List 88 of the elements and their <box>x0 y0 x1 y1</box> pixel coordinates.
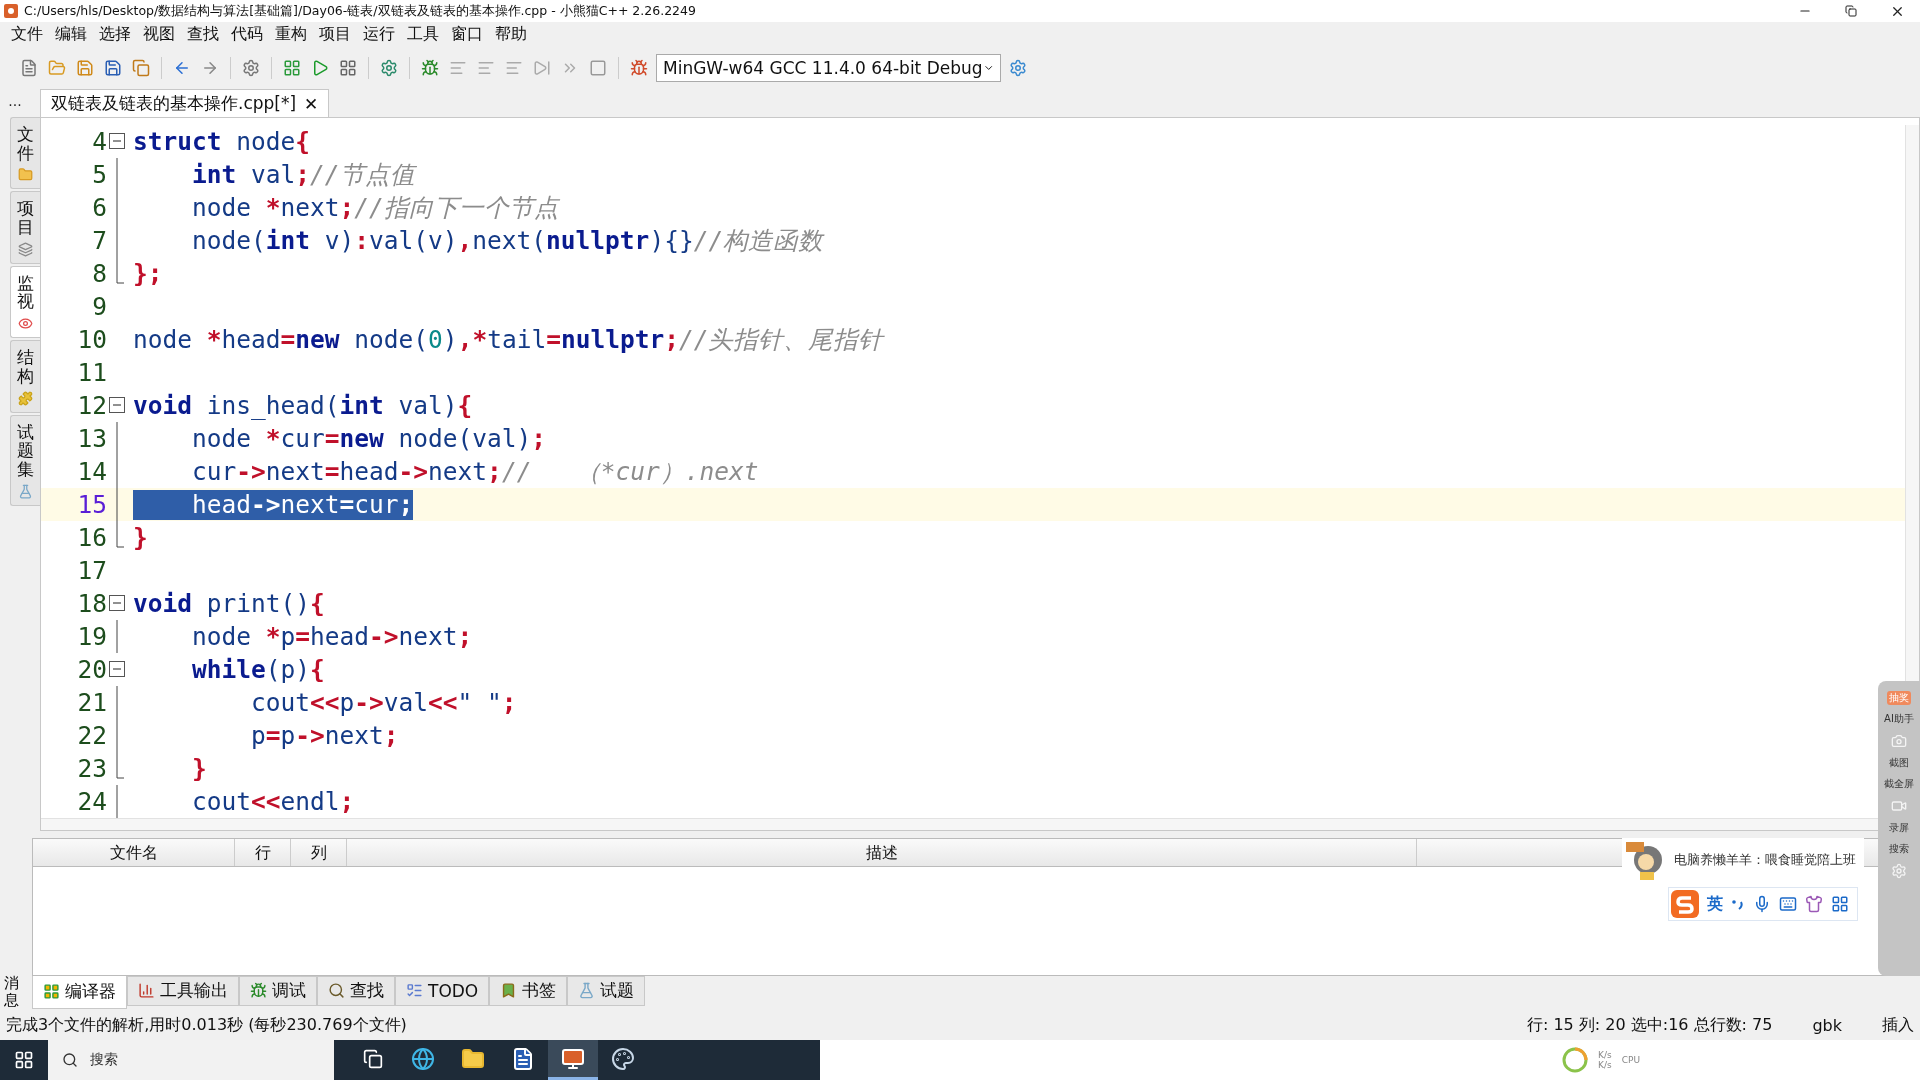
code-line: node *cur=new node(val); <box>191 423 547 454</box>
column-header[interactable]: 描述 <box>347 838 1417 866</box>
side-tab[interactable]: 试题集 <box>10 414 40 506</box>
menu-item[interactable]: 编辑 <box>50 24 92 46</box>
code-line: }; <box>133 258 163 289</box>
line-number: 15 <box>76 490 107 520</box>
line-number: 10 <box>76 325 107 355</box>
screenshot-label[interactable]: 截图 <box>1889 756 1909 770</box>
file-tab[interactable]: 双链表及链表的基本操作.cpp[*] ✕ <box>40 89 330 118</box>
code-line: while(p){ <box>191 654 325 685</box>
mascot-text: 电脑养懒羊羊：喂食睡觉陪上班 <box>1674 851 1856 869</box>
line-number: 24 <box>76 787 107 817</box>
side-tab[interactable]: 监视 <box>10 265 40 339</box>
ai-assistant-label[interactable]: AI助手 <box>1884 712 1914 726</box>
record-label[interactable]: 录屏 <box>1889 821 1909 835</box>
more-menu[interactable]: ... <box>8 93 22 110</box>
menu-item[interactable]: 视图 <box>138 24 180 46</box>
window-title: C:/Users/hls/Desktop/数据结构与算法[基础篇]/Day06-链表/双链表及链表的基本操作.cpp - 小熊猫C++ 2.26.2249 <box>24 2 697 20</box>
code-line: cout<<p->val<<" "; <box>250 687 517 718</box>
menu-item[interactable]: 项目 <box>314 24 356 46</box>
search-label[interactable]: 搜索 <box>1889 842 1909 856</box>
code-line: void print(){ <box>133 588 325 619</box>
code-line: cout<<endl; <box>191 786 355 817</box>
line-number: 5 <box>91 160 107 190</box>
code-line: int val;//节点值 <box>191 159 415 190</box>
panel-tab[interactable]: 查找 <box>317 975 395 1006</box>
line-number: 12 <box>76 391 107 421</box>
menu-item[interactable]: 运行 <box>358 24 400 46</box>
upload-speed: K/s <box>1598 1050 1612 1060</box>
code-line: void ins_head(int val){ <box>133 390 473 421</box>
messages-side-label[interactable]: 消息 <box>4 975 19 1008</box>
menu-item[interactable]: 选择 <box>94 24 136 46</box>
ime-mode[interactable]: 英 <box>1707 893 1723 915</box>
panel-tab[interactable]: 调试 <box>239 975 317 1006</box>
panel-tab[interactable]: 编译器 <box>32 975 127 1009</box>
panel-tab[interactable]: 工具输出 <box>127 975 239 1006</box>
side-tab[interactable]: 文件 <box>10 117 40 190</box>
line-number: 8 <box>91 259 107 289</box>
line-number: 11 <box>76 358 107 388</box>
line-number: 4 <box>91 127 107 157</box>
line-number: 9 <box>91 292 107 322</box>
line-number: 17 <box>76 556 107 586</box>
code-line: cur->next=head->next;// （*cur）.next <box>191 456 759 487</box>
line-number: 13 <box>76 424 107 454</box>
line-number: 7 <box>91 226 107 256</box>
download-speed: K/s <box>1598 1060 1612 1070</box>
insert-mode: 插入 <box>1882 1014 1914 1036</box>
code-line: } <box>191 753 207 784</box>
menu-item[interactable]: 工具 <box>402 24 444 46</box>
side-tab[interactable]: 项目 <box>10 191 40 264</box>
code-line: node *p=head->next; <box>191 621 473 652</box>
encoding-label: gbk <box>1812 1015 1842 1035</box>
menu-item[interactable]: 文件 <box>6 24 48 46</box>
line-number: 22 <box>76 721 107 751</box>
menu-item[interactable]: 查找 <box>182 24 224 46</box>
status-message: 完成3个文件的解析,用时0.013秒 (每秒230.769个文件) <box>6 1014 407 1036</box>
code-line: } <box>133 522 148 553</box>
line-number: 19 <box>76 622 107 652</box>
lottery-badge: 抽奖 <box>1887 691 1911 705</box>
menu-item[interactable]: 窗口 <box>446 24 488 46</box>
compiler-dropdown[interactable]: MinGW-w64 GCC 11.4.0 64-bit Debug <box>656 54 1001 83</box>
panel-tab[interactable]: 试题 <box>567 975 646 1006</box>
menu-item[interactable]: 代码 <box>226 24 268 46</box>
line-number: 20 <box>76 655 107 685</box>
side-tab[interactable]: 结构 <box>10 340 40 413</box>
code-line: node(int v):val(v),next(nullptr){}//构造函数 <box>191 225 824 256</box>
line-number: 21 <box>76 688 107 718</box>
code-line: node *next;//指向下一个节点 <box>191 192 559 223</box>
menu-item[interactable]: 重构 <box>270 24 312 46</box>
tab-close[interactable]: ✕ <box>304 93 319 114</box>
fullscreen-shot-label[interactable]: 截全屏 <box>1884 777 1914 791</box>
column-header[interactable]: 列 <box>291 838 347 866</box>
menu-item[interactable]: 帮助 <box>490 24 532 46</box>
taskbar-search[interactable]: 搜索 <box>48 1040 334 1080</box>
column-header[interactable]: 文件名 <box>33 838 235 866</box>
panel-tab[interactable]: TODO <box>395 975 490 1006</box>
line-number: 14 <box>76 457 107 487</box>
column-header[interactable]: 行 <box>235 838 291 866</box>
line-number: 6 <box>91 193 107 223</box>
cursor-position: 行: 15 列: 20 选中:16 总行数: 75 <box>1526 1014 1773 1036</box>
panel-tab[interactable]: 书签 <box>489 975 568 1006</box>
cpu-label: CPU <box>1621 1055 1640 1065</box>
code-line: node *head=new node(0),*tail=nullptr;//头指针、尾指针 <box>133 324 884 355</box>
code-line: struct node{ <box>133 126 311 157</box>
line-number: 23 <box>76 754 107 784</box>
code-line: p=p->next; <box>250 720 399 751</box>
line-number: 18 <box>76 589 107 619</box>
line-number: 16 <box>76 523 107 553</box>
